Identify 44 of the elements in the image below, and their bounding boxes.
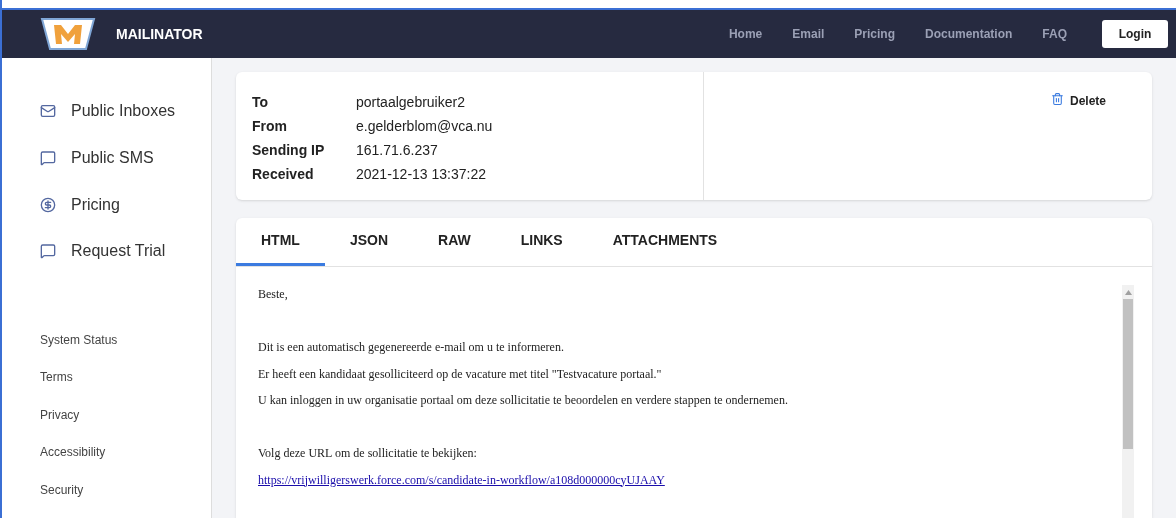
field-value: 161.71.6.237: [356, 141, 439, 160]
tab[interactable]: ATTACHMENTS: [587, 217, 743, 266]
sidebar-item[interactable]: Pricing: [40, 181, 211, 228]
sidebar-item[interactable]: Request Trial: [40, 227, 211, 275]
trash-icon: [1050, 92, 1064, 106]
mail-icon: [40, 103, 56, 120]
sidebar-item[interactable]: Public Inboxes: [40, 88, 211, 135]
logo-icon: [40, 17, 96, 51]
nav-link[interactable]: Home: [728, 25, 763, 43]
email-text: U kan inloggen in uw organisatie portaal om deze sollicitatie te beoordelen en verdere stappen te ondernemen.: [258, 392, 789, 409]
email-text: Beste,: [258, 286, 289, 303]
sidebar-item[interactable]: Public SMS: [40, 134, 211, 182]
brand-name: MAILINATOR: [116, 24, 203, 44]
login-button[interactable]: Login: [1102, 20, 1168, 48]
delete-button[interactable]: Delete: [1050, 92, 1106, 108]
nav-link[interactable]: Documentation: [925, 25, 1013, 43]
nav-link[interactable]: Email: [792, 25, 825, 43]
tab[interactable]: RAW: [413, 217, 496, 266]
footer-link[interactable]: System Status: [40, 330, 211, 368]
field-label: From: [252, 117, 288, 136]
nav-link[interactable]: Pricing: [854, 25, 895, 43]
email-text: Dit is een automatisch gegenereerde e-mail om u te informeren.: [258, 339, 565, 356]
email-text: Er heeft een kandidaat gesolliciteerd op de vacature met titel "Testvacature portaal.": [258, 365, 663, 383]
nav-link[interactable]: FAQ: [1042, 25, 1067, 43]
field-value: portaalgebruiker2: [356, 93, 466, 112]
tab[interactable]: JSON: [324, 217, 413, 266]
footer-link[interactable]: Security: [40, 480, 211, 518]
footer-link[interactable]: Privacy: [40, 405, 211, 443]
scrollbar[interactable]: [1122, 285, 1134, 518]
chat-icon: [40, 243, 56, 260]
field-label: Sending IP: [252, 141, 326, 160]
footer-link[interactable]: Terms: [40, 368, 211, 406]
field-label: To: [252, 93, 270, 112]
tab[interactable]: LINKS: [495, 217, 588, 266]
field-value: 2021-12-13 13:37:22: [356, 165, 487, 184]
field-value: e.gelderblom@vca.nu: [356, 117, 494, 136]
tab[interactable]: HTML: [236, 217, 325, 266]
footer-link[interactable]: Accessibility: [40, 443, 211, 481]
scroll-up-icon: [1124, 289, 1132, 295]
dollar-icon: [40, 196, 56, 213]
chat-icon: [40, 149, 56, 166]
field-label: Received: [252, 165, 315, 184]
email-link[interactable]: https://vrijwilligerswerk.force.com/s/candidate-in-workflow/a108d000000cyUJAAY: [258, 470, 1122, 497]
email-text: Volg deze URL om de sollicitatie te bekijken:: [258, 445, 478, 462]
